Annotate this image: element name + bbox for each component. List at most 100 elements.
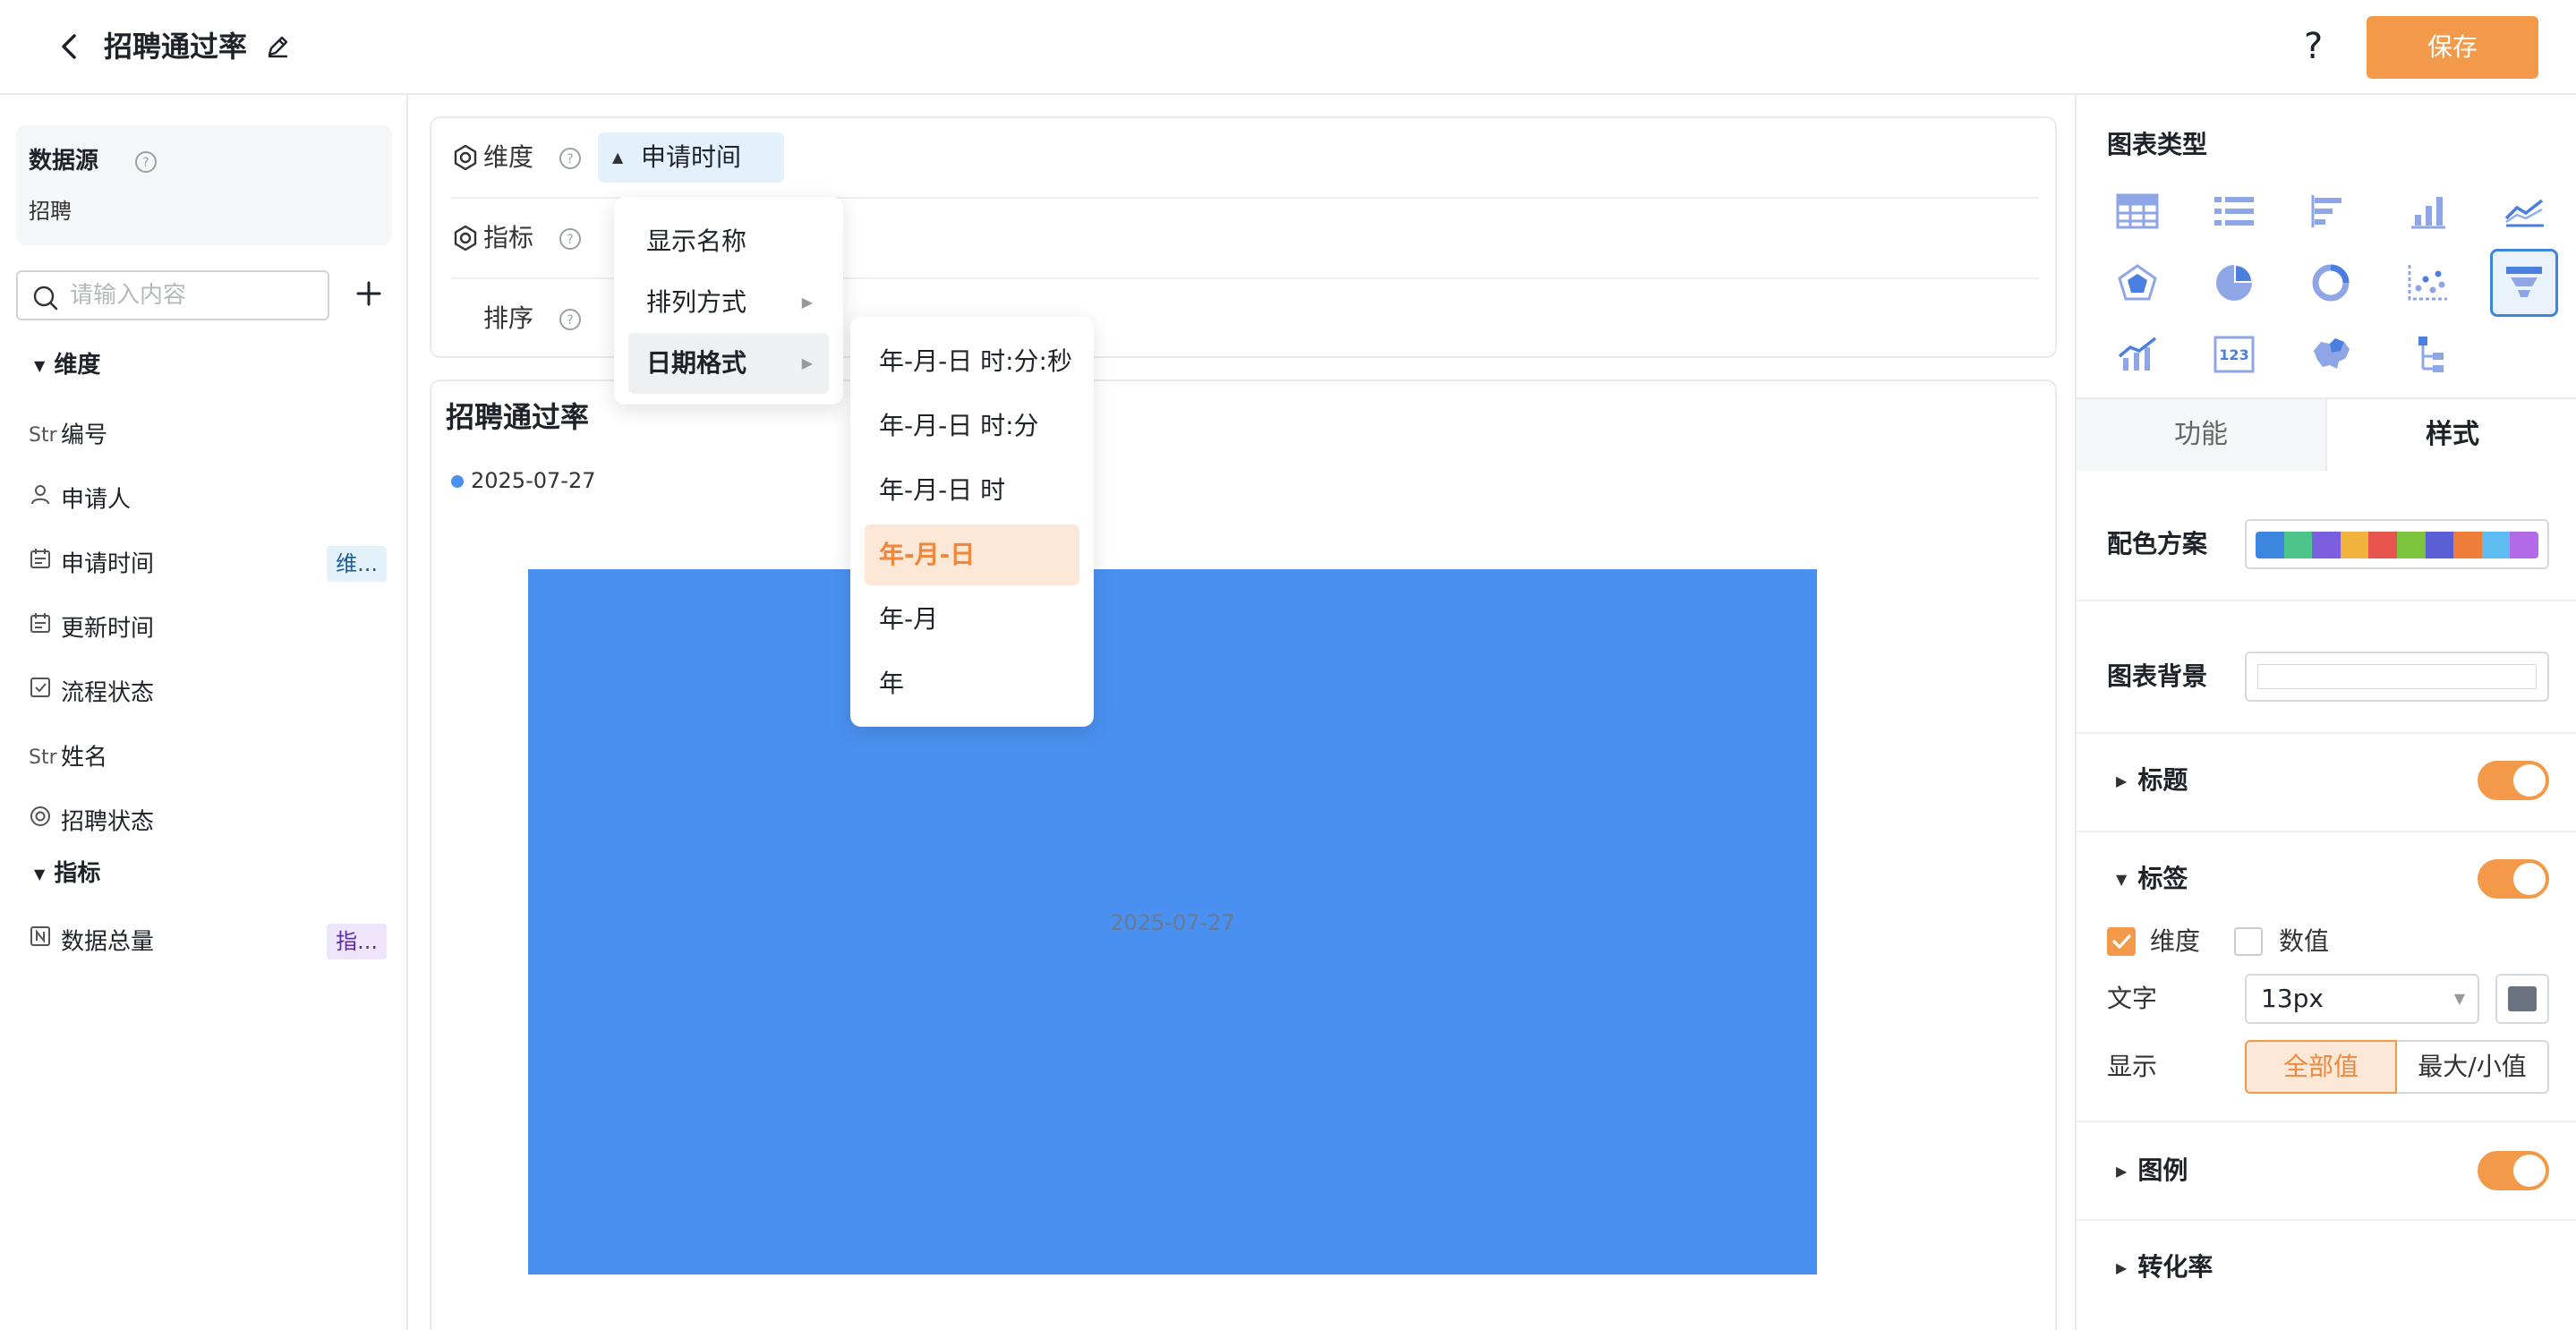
- list-chart-icon[interactable]: [2204, 181, 2265, 242]
- background-color-picker[interactable]: [2245, 652, 2549, 702]
- divider: [2077, 600, 2576, 601]
- text-label: 文字: [2107, 984, 2158, 1013]
- search-input[interactable]: [70, 279, 320, 311]
- date-format-option-selected[interactable]: 年-月-日: [865, 524, 1079, 585]
- field-item[interactable]: 更新时间: [29, 603, 396, 653]
- question-icon[interactable]: ?: [559, 227, 582, 251]
- tree-chart-icon[interactable]: [2397, 324, 2458, 385]
- combo-chart-icon[interactable]: [2107, 324, 2168, 385]
- edit-pencil-icon[interactable]: [263, 32, 292, 61]
- display-max-min-button[interactable]: 最大/小值: [2397, 1040, 2549, 1094]
- tab-function[interactable]: 功能: [2077, 399, 2327, 471]
- header: 招聘通过率 ? 保存: [0, 0, 2576, 95]
- palette-swatch: [2453, 532, 2482, 558]
- display-label: 显示: [2107, 1052, 2158, 1081]
- number-card-icon[interactable]: 123: [2204, 324, 2265, 385]
- donut-chart-icon[interactable]: [2300, 252, 2361, 313]
- datasource-title: 数据源: [29, 148, 99, 175]
- toggle-knob: [2513, 1155, 2546, 1187]
- field-item[interactable]: Str 编号: [29, 410, 396, 460]
- left-panel: 数据源 ? 招聘 ▼维度 Str编号 申请人 申请时间维... 更新时间 流程状…: [0, 95, 408, 1330]
- question-icon[interactable]: ?: [559, 147, 582, 170]
- dimension-chip[interactable]: ▲ 申请时间: [598, 132, 784, 183]
- metric-item[interactable]: 数据总量 指...: [29, 917, 396, 967]
- string-type-icon: Str: [29, 746, 57, 769]
- dimension-checkbox[interactable]: [2107, 927, 2136, 956]
- field-item[interactable]: 流程状态: [29, 668, 396, 718]
- horizontal-bar-chart-icon[interactable]: [2300, 181, 2361, 242]
- conversion-rate-section-header[interactable]: ▶ 转化率: [2116, 1249, 2213, 1286]
- palette-label: 配色方案: [2107, 529, 2208, 558]
- divider: [2077, 1219, 2576, 1221]
- svg-text:?: ?: [567, 233, 573, 247]
- menu-item-display-name[interactable]: 显示名称: [628, 211, 829, 272]
- caret-right-icon: ▶: [2116, 1163, 2128, 1180]
- date-format-submenu: 年-月-日 时:分:秒 年-月-日 时:分 年-月-日 时 年-月-日 年-月 …: [850, 317, 1094, 727]
- scatter-chart-icon[interactable]: [2397, 252, 2458, 313]
- line-chart-icon[interactable]: [2494, 181, 2555, 242]
- chart-card: 招聘通过率 2025-07-27 2025-07-27: [430, 379, 2057, 1330]
- question-icon[interactable]: ?: [559, 308, 582, 331]
- title-toggle[interactable]: [2478, 761, 2549, 800]
- radar-chart-icon[interactable]: [2107, 252, 2168, 313]
- field-item[interactable]: 申请人: [29, 474, 396, 524]
- date-format-option[interactable]: 年-月-日 时:分: [865, 396, 1079, 456]
- caret-down-icon: ▼: [2116, 871, 2128, 888]
- tab-style[interactable]: 样式: [2327, 399, 2576, 471]
- caret-right-icon: ▶: [801, 354, 813, 371]
- metric-group-header[interactable]: ▼ 指标: [34, 856, 100, 892]
- date-format-option[interactable]: 年-月-日 时: [865, 460, 1079, 521]
- datasource-card[interactable]: 数据源 ? 招聘: [16, 125, 392, 245]
- question-icon[interactable]: ?: [134, 150, 158, 174]
- back-arrow-icon[interactable]: [52, 29, 88, 64]
- funnel-chart-icon[interactable]: [2490, 249, 2558, 317]
- display-all-values-button[interactable]: 全部值: [2245, 1040, 2397, 1094]
- help-icon[interactable]: ?: [2304, 25, 2323, 68]
- bar-chart-icon[interactable]: [2397, 181, 2458, 242]
- divider: [2077, 1121, 2576, 1122]
- palette-swatch: [2425, 532, 2454, 558]
- calendar-icon: [29, 604, 61, 654]
- menu-item-sort-order[interactable]: 排列方式 ▶: [628, 272, 829, 333]
- caret-down-icon: ▼: [2453, 990, 2465, 1007]
- panel-tabs: 功能 样式: [2077, 397, 2576, 471]
- right-panel: 图表类型 123 功能 样式 配色方案 图表背景 ▶ 标题 ▼ 标签 维度 数值 文…: [2075, 95, 2576, 1330]
- field-item[interactable]: 申请时间 维...: [29, 539, 396, 589]
- title-section-header[interactable]: ▶ 标题: [2116, 763, 2188, 799]
- dimension-group-header[interactable]: ▼ 维度: [34, 347, 100, 384]
- field-item[interactable]: Str 姓名: [29, 732, 396, 782]
- save-button[interactable]: 保存: [2367, 16, 2538, 79]
- table-chart-icon[interactable]: [2107, 181, 2168, 242]
- map-chart-icon[interactable]: [2300, 324, 2361, 385]
- page-title: 招聘通过率: [104, 30, 248, 64]
- label-section-header[interactable]: ▼ 标签: [2116, 861, 2188, 898]
- label-toggle[interactable]: [2478, 859, 2549, 899]
- caret-right-icon: ▶: [801, 294, 813, 311]
- caret-right-icon: ▶: [2116, 772, 2128, 789]
- number-type-icon: [29, 917, 61, 968]
- add-plus-icon[interactable]: [349, 274, 388, 313]
- search-icon: [33, 286, 58, 311]
- field-item[interactable]: 招聘状态: [29, 797, 396, 847]
- date-format-option[interactable]: 年-月-日 时:分:秒: [865, 331, 1079, 392]
- font-size-select[interactable]: 13px ▼: [2245, 974, 2479, 1024]
- value-checkbox[interactable]: [2234, 927, 2263, 956]
- person-icon: [29, 475, 61, 525]
- checkbox-icon: [29, 669, 61, 719]
- metric-label: 指标: [483, 223, 534, 252]
- text-color-picker[interactable]: [2495, 974, 2549, 1024]
- toggle-knob: [2513, 863, 2546, 895]
- toggle-knob: [2513, 764, 2546, 797]
- pie-chart-icon[interactable]: [2204, 252, 2265, 313]
- date-format-option[interactable]: 年: [865, 653, 1079, 714]
- legend-section-header[interactable]: ▶ 图例: [2116, 1153, 2188, 1189]
- menu-item-date-format[interactable]: 日期格式 ▶: [628, 333, 829, 394]
- caret-right-icon: ▶: [2116, 1259, 2128, 1276]
- svg-text:?: ?: [567, 152, 573, 166]
- date-format-option[interactable]: 年-月: [865, 589, 1079, 650]
- svg-text:?: ?: [142, 156, 149, 170]
- palette-selector[interactable]: [2245, 519, 2549, 569]
- background-swatch: [2257, 664, 2537, 689]
- settings-gear-icon: [454, 144, 477, 171]
- legend-toggle[interactable]: [2478, 1151, 2549, 1190]
